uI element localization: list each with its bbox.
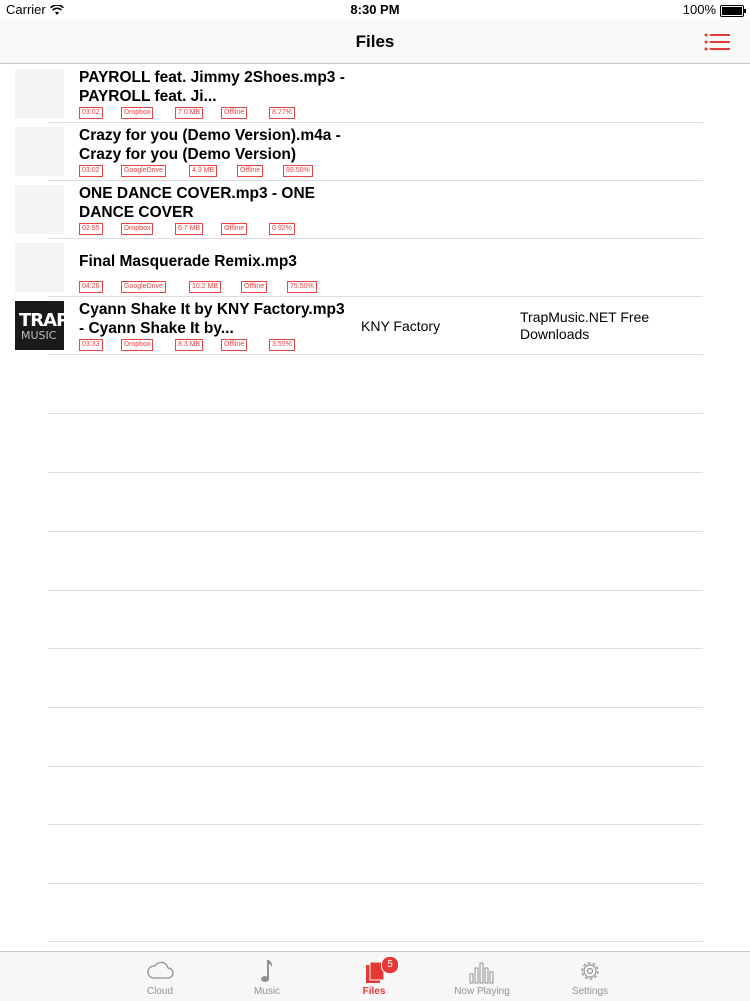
- artwork-text-top: TRAP: [19, 310, 69, 331]
- battery-icon: [720, 4, 746, 17]
- duration-tag: 03:33: [79, 339, 103, 351]
- tab-label: Settings: [571, 986, 609, 997]
- empty-row-separator: [48, 883, 703, 884]
- tab-bar: Cloud Music 5 Files Now Playing Settings: [0, 951, 750, 1001]
- file-thumbnail: [15, 185, 64, 234]
- progress-tag: 0.92%: [269, 223, 295, 235]
- progress-tag: 8.27%: [269, 107, 295, 119]
- file-title: PAYROLL feat. Jimmy 2Shoes.mp3 - PAYROLL…: [79, 69, 345, 105]
- artwork-text-bottom: MUSIC: [21, 329, 57, 342]
- status-right: 100%: [682, 0, 746, 20]
- file-row[interactable]: Final Masquerade Remix.mp3 04:26 GoogleD…: [0, 238, 750, 297]
- empty-row-separator: [48, 648, 703, 649]
- tab-label: Files: [362, 986, 386, 997]
- status-tag: Offline: [221, 223, 248, 235]
- empty-row-separator: [48, 413, 703, 414]
- status-tag: Offline: [241, 281, 268, 293]
- file-thumbnail: [15, 243, 64, 292]
- empty-row-separator: [48, 941, 703, 942]
- list-menu-icon[interactable]: [704, 30, 730, 54]
- gear-icon: [581, 962, 599, 980]
- source-tag: GoogleDrive: [121, 165, 166, 177]
- file-title: ONE DANCE COVER.mp3 - ONE DANCE COVER: [79, 185, 315, 221]
- duration-tag: 04:26: [79, 281, 103, 293]
- status-tag: Offline: [221, 339, 248, 351]
- page-title: Files: [355, 32, 395, 51]
- tab-label: Cloud: [146, 986, 174, 997]
- file-album: TrapMusic.NET Free Downloads: [520, 309, 650, 342]
- source-tag: GoogleDrive: [121, 281, 166, 293]
- size-tag: 10.2 MB: [189, 281, 222, 293]
- status-tag: Offline: [221, 107, 248, 119]
- duration-tag: 02:55: [79, 223, 103, 235]
- file-title: Crazy for you (Demo Version).m4a - Crazy…: [79, 127, 341, 163]
- files-count-badge: 5: [381, 956, 399, 974]
- tab-label: Now Playing: [454, 986, 510, 997]
- status-bar: Carrier 8:30 PM 100%: [0, 0, 750, 20]
- file-title: Final Masquerade Remix.mp3: [79, 253, 297, 270]
- file-row[interactable]: PAYROLL feat. Jimmy 2Shoes.mp3 - PAYROLL…: [0, 64, 750, 123]
- progress-tag: 3.55%: [269, 339, 295, 351]
- source-tag: Dropbox: [121, 107, 154, 119]
- tab-music[interactable]: Music: [227, 952, 307, 1001]
- tab-cloud[interactable]: Cloud: [120, 952, 200, 1001]
- cloud-icon: [147, 961, 174, 979]
- empty-row-separator: [48, 766, 703, 767]
- duration-tag: 03:02: [79, 107, 103, 119]
- size-tag: 4.3 MB: [189, 165, 218, 177]
- empty-row-separator: [48, 707, 703, 708]
- file-title: Cyann Shake It by KNY Factory.mp3 - Cyan…: [79, 301, 345, 337]
- size-tag: 7.0 MB: [175, 107, 204, 119]
- album-artwork: TRAP MUSIC: [15, 301, 69, 350]
- empty-row-separator: [48, 531, 703, 532]
- duration-tag: 03:02: [79, 165, 103, 177]
- tab-settings[interactable]: Settings: [550, 952, 630, 1001]
- file-thumbnail: [15, 127, 64, 176]
- progress-tag: 75.50%: [287, 281, 317, 293]
- tab-now-playing[interactable]: Now Playing: [442, 952, 522, 1001]
- equalizer-icon: [469, 962, 494, 984]
- tab-files[interactable]: 5 Files: [334, 952, 414, 1001]
- battery-percent: 100%: [682, 2, 716, 17]
- source-tag: Dropbox: [121, 339, 154, 351]
- file-row[interactable]: ONE DANCE COVER.mp3 - ONE DANCE COVER 02…: [0, 180, 750, 239]
- clock: 8:30 PM: [350, 2, 400, 17]
- file-thumbnail: [15, 69, 64, 118]
- empty-row-separator: [48, 824, 703, 825]
- file-list: PAYROLL feat. Jimmy 2Shoes.mp3 - PAYROLL…: [0, 64, 750, 355]
- empty-row-separator: [48, 472, 703, 473]
- file-artist: KNY Factory: [361, 318, 441, 334]
- size-tag: 8.3 MB: [175, 339, 204, 351]
- music-note-icon: [261, 960, 273, 982]
- status-tag: Offline: [237, 165, 264, 177]
- file-row[interactable]: Crazy for you (Demo Version).m4a - Crazy…: [0, 122, 750, 181]
- file-row[interactable]: TRAP MUSIC Cyann Shake It by KNY Factory…: [0, 296, 750, 355]
- source-tag: Dropbox: [121, 223, 154, 235]
- progress-tag: 99.50%: [283, 165, 313, 177]
- empty-row-separator: [48, 590, 703, 591]
- navigation-bar: Files: [0, 20, 750, 64]
- size-tag: 6.7 MB: [175, 223, 204, 235]
- row-separator: [48, 354, 703, 355]
- tab-label: Music: [253, 986, 281, 997]
